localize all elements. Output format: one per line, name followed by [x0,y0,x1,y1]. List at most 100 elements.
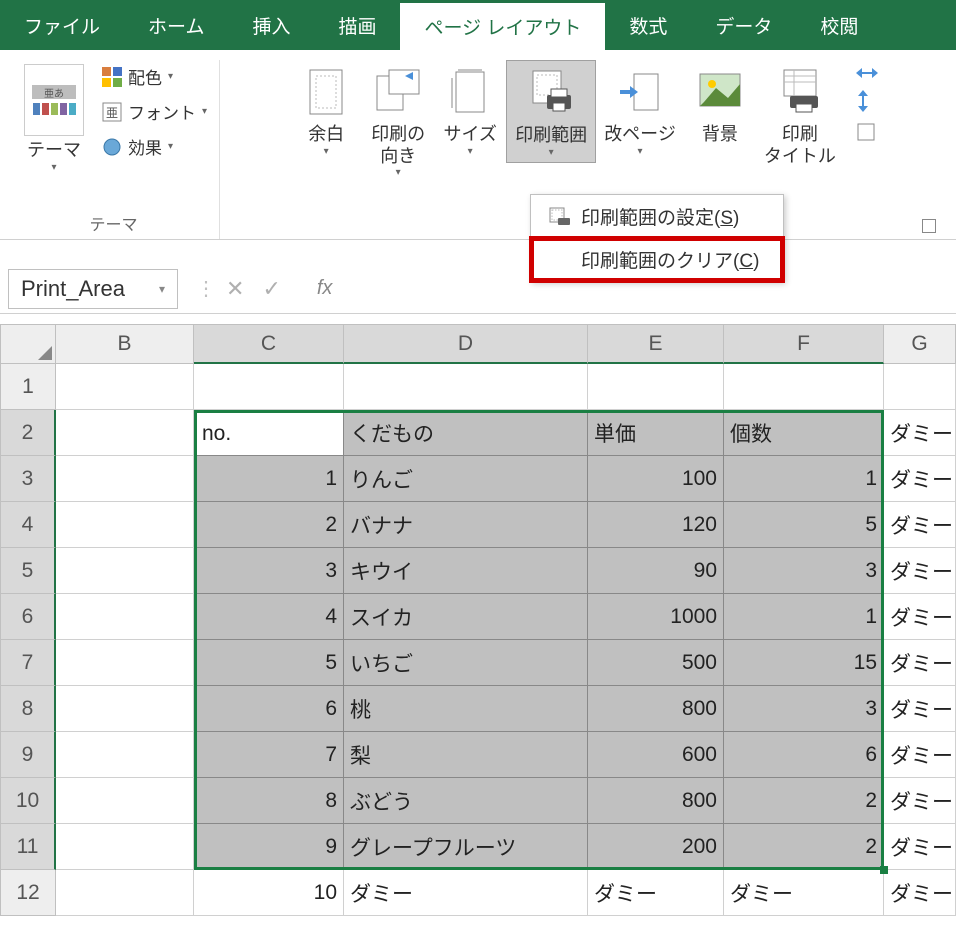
cell[interactable]: ダミー [884,548,956,594]
cell[interactable]: 5 [724,502,884,548]
cell[interactable]: グレープフルーツ [344,824,588,870]
cell[interactable]: ダミー [884,686,956,732]
cell[interactable]: バナナ [344,502,588,548]
cell[interactable]: 1 [194,456,344,502]
cell[interactable] [56,502,194,548]
cell[interactable]: くだもの [344,410,588,456]
tab-page-layout[interactable]: ページ レイアウト [400,0,605,50]
cell[interactable]: 100 [588,456,724,502]
cell[interactable]: 8 [194,778,344,824]
cell[interactable]: 単価 [588,410,724,456]
cell[interactable]: ダミー [884,640,956,686]
cell[interactable]: スイカ [344,594,588,640]
cell[interactable] [884,364,956,410]
cell[interactable]: ダミー [884,778,956,824]
col-header-G[interactable]: G [884,324,956,364]
cell[interactable] [56,456,194,502]
cell[interactable]: 2 [194,502,344,548]
cell[interactable]: 2 [724,824,884,870]
cell[interactable]: 90 [588,548,724,594]
col-header-E[interactable]: E [588,324,724,364]
tab-file[interactable]: ファイル [0,0,124,50]
accept-icon[interactable]: ✓ [262,276,280,302]
select-all-corner[interactable] [0,324,56,364]
themes-button[interactable]: 亜あ テーマ ▾ [16,60,92,177]
cell[interactable]: 桃 [344,686,588,732]
cell[interactable] [724,364,884,410]
cell[interactable] [56,410,194,456]
cell[interactable]: 5 [194,640,344,686]
cell[interactable]: ダミー [344,870,588,916]
tab-review[interactable]: 校閲 [796,0,882,50]
print-titles-button[interactable]: 印刷 タイトル [756,60,844,171]
cell[interactable]: ダミー [884,732,956,778]
row-header-12[interactable]: 12 [0,870,56,916]
cell[interactable]: 7 [194,732,344,778]
cell[interactable] [194,364,344,410]
name-box[interactable]: Print_Area ▾ [8,269,178,309]
cell[interactable]: 600 [588,732,724,778]
cell[interactable]: ダミー [884,410,956,456]
cell[interactable] [56,548,194,594]
cell[interactable] [56,824,194,870]
cell[interactable]: 1 [724,594,884,640]
cell[interactable]: ぶどう [344,778,588,824]
margins-button[interactable]: 余白▾ [290,60,362,161]
cell[interactable] [56,686,194,732]
cell[interactable] [56,732,194,778]
cell[interactable]: 200 [588,824,724,870]
row-header-4[interactable]: 4 [0,502,56,548]
scale-icon[interactable] [856,122,878,142]
colors-button[interactable]: 配色▾ [98,60,211,93]
cell[interactable] [56,778,194,824]
clear-print-area-item[interactable]: 印刷範囲のクリア(C) [531,238,783,281]
cell[interactable]: 9 [194,824,344,870]
cell[interactable]: 10 [194,870,344,916]
cell[interactable]: ダミー [884,870,956,916]
orientation-button[interactable]: 印刷の 向き▾ [362,60,434,182]
tab-insert[interactable]: 挿入 [228,0,314,50]
cell[interactable]: 500 [588,640,724,686]
cell[interactable]: 3 [194,548,344,594]
cell[interactable]: no. [194,410,344,456]
cell[interactable]: 800 [588,778,724,824]
cell[interactable]: 6 [724,732,884,778]
cell[interactable]: 2 [724,778,884,824]
row-header-3[interactable]: 3 [0,456,56,502]
cell[interactable]: ダミー [724,870,884,916]
col-header-B[interactable]: B [56,324,194,364]
chevron-down-icon[interactable]: ▾ [159,282,165,296]
cell[interactable]: ダミー [884,824,956,870]
cell[interactable]: 6 [194,686,344,732]
scale-width-icon[interactable] [856,66,878,80]
scale-height-icon[interactable] [856,90,878,112]
cell[interactable] [588,364,724,410]
col-header-D[interactable]: D [344,324,588,364]
cell[interactable]: 1000 [588,594,724,640]
col-header-C[interactable]: C [194,324,344,364]
row-header-8[interactable]: 8 [0,686,56,732]
fill-handle[interactable] [880,866,888,874]
cell[interactable]: 個数 [724,410,884,456]
cell[interactable]: ダミー [884,502,956,548]
print-area-button[interactable]: 印刷範囲▾ [506,60,596,163]
fx-icon[interactable]: fx [317,277,333,300]
cell[interactable] [56,364,194,410]
tab-home[interactable]: ホーム [124,0,228,50]
cell[interactable] [56,594,194,640]
col-header-F[interactable]: F [724,324,884,364]
fonts-button[interactable]: 亜 フォント▾ [98,95,211,128]
cell[interactable]: りんご [344,456,588,502]
cancel-icon[interactable]: ✕ [226,276,244,302]
tab-draw[interactable]: 描画 [314,0,400,50]
dialog-launcher-icon[interactable] [922,219,936,233]
cell[interactable]: 15 [724,640,884,686]
cell[interactable]: 4 [194,594,344,640]
row-header-7[interactable]: 7 [0,640,56,686]
row-header-6[interactable]: 6 [0,594,56,640]
effects-button[interactable]: 効果▾ [98,130,211,163]
row-header-2[interactable]: 2 [0,410,56,456]
cell[interactable]: 1 [724,456,884,502]
cell[interactable]: 3 [724,686,884,732]
set-print-area-item[interactable]: 印刷範囲の設定(S) [531,195,783,238]
